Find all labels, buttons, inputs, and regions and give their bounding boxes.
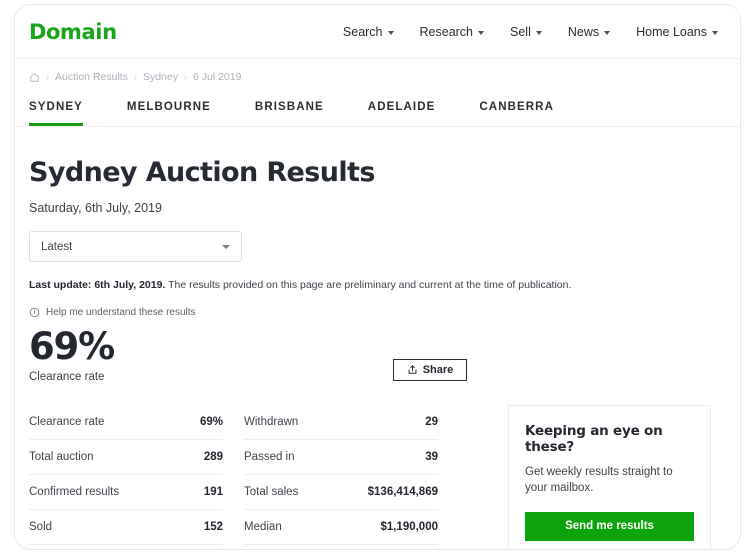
stat-row-total-sales: Total sales $136,414,869 — [244, 475, 438, 510]
stats-column-right: Withdrawn 29 Passed in 39 Total sales $1… — [244, 405, 438, 545]
clearance-rate-label: Clearance rate — [29, 370, 105, 383]
nav-item-research[interactable]: Research — [420, 25, 485, 39]
tab-adelaide[interactable]: ADELAIDE — [368, 101, 436, 126]
main-content: Sydney Auction Results Saturday, 6th Jul… — [15, 157, 740, 549]
chevron-down-icon — [222, 244, 230, 249]
stat-value: 29 — [425, 415, 438, 428]
nav-item-search[interactable]: Search — [343, 25, 394, 39]
newsletter-text: Get weekly results straight to your mail… — [525, 465, 673, 495]
page-card: Domain Search Research Sell News Home Lo… — [14, 4, 741, 550]
chevron-down-icon — [478, 30, 485, 35]
chevron-down-icon — [535, 30, 542, 35]
stat-label: Median — [244, 520, 282, 533]
chevron-down-icon — [712, 30, 718, 35]
nav-item-label: Sell — [510, 24, 531, 39]
stat-value: 39 — [425, 450, 438, 463]
page-subtitle: Saturday, 6th July, 2019 — [29, 201, 162, 215]
stat-row-withdrawn: Withdrawn 29 — [244, 405, 438, 440]
stat-row-clearance-rate: Clearance rate 69% — [29, 405, 223, 440]
last-update-text: Last update: 6th July, 2019. The results… — [29, 279, 726, 291]
breadcrumb-separator: › — [133, 72, 137, 82]
stat-value: 191 — [203, 485, 223, 498]
nav-item-label: News — [567, 24, 600, 39]
stat-row-confirmed-results: Confirmed results 191 — [29, 475, 223, 510]
chevron-down-icon — [387, 30, 394, 35]
nav-item-news[interactable]: News — [567, 24, 611, 39]
site-header: Domain Search Research Sell News Home Lo… — [15, 5, 740, 59]
tab-brisbane[interactable]: BRISBANE — [255, 101, 324, 126]
nav-item-label: Search — [342, 24, 383, 39]
newsletter-title: Keeping an eye on these? — [525, 422, 663, 455]
stat-value: 289 — [203, 450, 223, 463]
stat-row-sold: Sold 152 — [29, 510, 223, 545]
sort-select-value: Latest — [41, 240, 73, 253]
stat-label: Withdrawn — [244, 415, 299, 428]
stat-label: Confirmed results — [29, 485, 120, 498]
newsletter-card: Keeping an eye on these? Get weekly resu… — [508, 404, 711, 549]
sort-select[interactable]: Latest — [29, 231, 242, 262]
send-me-results-button[interactable]: Send me results — [525, 511, 694, 541]
share-button-label: Share — [422, 363, 454, 376]
share-button[interactable]: Share — [393, 358, 467, 381]
nav-item-label: Home Loans — [636, 24, 707, 39]
main-navigation: Search Research Sell News Home Loans — [343, 25, 718, 39]
tab-melbourne[interactable]: MELBOURNE — [127, 101, 211, 126]
page-title: Sydney Auction Results — [29, 157, 375, 188]
nav-item-label: Research — [419, 24, 474, 39]
stat-value: 152 — [203, 520, 223, 533]
breadcrumb-item-date[interactable]: 6 Jul 2019 — [193, 71, 241, 83]
breadcrumb-separator: › — [46, 72, 49, 82]
breadcrumb: › Auction Results › Sydney › 6 Jul 2019 — [15, 59, 740, 83]
stats-column-left: Clearance rate 69% Total auction 289 Con… — [29, 405, 223, 545]
domain-logo[interactable]: Domain — [29, 20, 117, 44]
last-update-date: Last update: 6th July, 2019. — [29, 279, 166, 291]
nav-item-home-loans[interactable]: Home Loans — [636, 25, 718, 39]
breadcrumb-item-auction-results[interactable]: Auction Results — [55, 71, 128, 83]
help-link[interactable]: Help me understand these results — [29, 307, 726, 318]
breadcrumb-item-sydney[interactable]: Sydney — [143, 71, 178, 83]
tab-canberra[interactable]: CANBERRA — [479, 101, 554, 126]
last-update-note: The results provided on this page are pr… — [165, 279, 572, 291]
info-circle-icon — [29, 307, 40, 318]
stat-row-passed-in: Passed in 39 — [244, 440, 438, 475]
breadcrumb-separator: › — [183, 72, 187, 82]
clearance-rate-value: 69% — [29, 325, 115, 368]
stat-row-median: Median $1,190,000 — [244, 510, 438, 545]
stats-area: Clearance rate 69% Total auction 289 Con… — [29, 404, 726, 549]
stat-label: Clearance rate — [29, 415, 105, 428]
stat-value: $136,414,869 — [367, 485, 438, 498]
stat-row-total-auction: Total auction 289 — [29, 440, 223, 475]
city-tabs: SYDNEY MELBOURNE BRISBANE ADELAIDE CANBE… — [15, 87, 740, 127]
stat-label: Total auction — [29, 450, 94, 463]
clearance-rate-block: 69% Clearance rate Share — [29, 325, 726, 383]
stat-label: Sold — [29, 520, 53, 533]
tab-sydney[interactable]: SYDNEY — [29, 101, 83, 126]
chevron-down-icon — [604, 30, 611, 35]
help-link-label: Help me understand these results — [46, 307, 196, 318]
nav-item-sell[interactable]: Sell — [510, 25, 542, 39]
stat-label: Passed in — [244, 450, 295, 463]
home-icon[interactable] — [29, 72, 40, 83]
stat-value: 69% — [199, 415, 223, 428]
stat-label: Total sales — [244, 485, 299, 498]
share-icon — [407, 364, 418, 375]
stat-value: $1,190,000 — [380, 520, 438, 533]
